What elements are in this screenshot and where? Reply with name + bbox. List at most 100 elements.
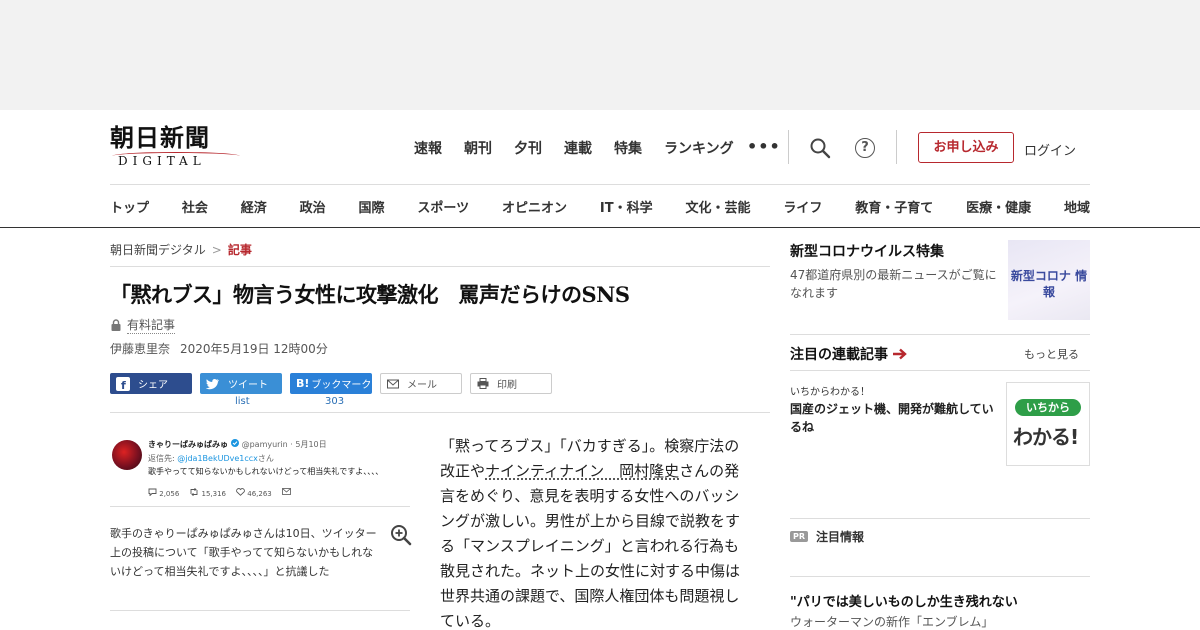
wakaru-image[interactable]: いちから わかる!	[1006, 382, 1090, 466]
cat-politics[interactable]: 政治	[300, 197, 326, 216]
facebook-share-label: シェア	[138, 380, 168, 391]
topnav-serial[interactable]: 連載	[564, 138, 592, 158]
pr-section-label: 注目情報	[816, 530, 865, 544]
cat-culture[interactable]: 文化・芸能	[685, 197, 750, 216]
hatena-bookmark-button[interactable]: B! ブックマーク	[290, 373, 372, 394]
cat-international[interactable]: 国際	[359, 197, 385, 216]
corona-feature-desc: 47都道府県別の最新ニュースがご覧になれます	[790, 268, 997, 300]
sidebar-divider	[790, 334, 1090, 335]
twitter-share-button[interactable]: ツイート	[200, 373, 282, 394]
search-icon[interactable]	[808, 136, 832, 160]
mail-share-button[interactable]: メール	[380, 373, 462, 394]
pr-headline[interactable]: "パリでは美しいものしか生き残れない	[790, 591, 1018, 610]
envelope-icon	[281, 488, 291, 495]
corona-feature-title[interactable]: 新型コロナウイルス特集	[790, 241, 944, 261]
svg-text:f: f	[121, 379, 126, 391]
share-buttons: f シェア ツイート B! ブックマーク メール 印刷	[110, 373, 552, 394]
article-body: 「黙ってろブス」「バカすぎる」。検察庁法の改正やナインティナイン 岡村隆史さんの…	[440, 434, 746, 630]
serial-kicker: いちからわかる！	[790, 387, 870, 398]
byline: 伊藤恵里奈 2020年5月19日 12時00分	[110, 340, 328, 357]
tweet-reply-to: @jda1BekUDve1ccx	[177, 454, 258, 463]
lock-icon	[111, 319, 121, 331]
help-icon[interactable]: ?	[855, 138, 875, 158]
tweet-replies: 2,056	[148, 488, 179, 498]
more-menu-icon[interactable]: •••	[747, 137, 781, 156]
site-logo[interactable]: 朝日新聞 DIGITAL	[110, 124, 242, 170]
tweet-divider	[110, 506, 410, 507]
breadcrumb-separator: >	[211, 243, 222, 257]
zoom-in-icon[interactable]	[390, 524, 412, 546]
hatena-icon: B!	[296, 377, 310, 390]
pr-subtitle: ウォーターマンの新作「エンブレム」	[790, 615, 994, 629]
print-label: 印刷	[497, 380, 517, 391]
pr-badge: PR	[790, 531, 809, 542]
retweet-icon	[190, 487, 198, 497]
sidebar-divider-4	[790, 576, 1090, 577]
person-link[interactable]: ナインティナイン 岡村隆史	[485, 462, 679, 480]
subscribe-button[interactable]: お申し込み	[918, 132, 1014, 163]
sidebar-divider-2	[790, 370, 1090, 371]
paid-article-badge: 有料記事	[110, 316, 176, 334]
facebook-share-button[interactable]: f シェア	[110, 373, 192, 394]
cat-society[interactable]: 社会	[182, 197, 208, 216]
topnav-evening[interactable]: 夕刊	[514, 138, 542, 158]
breadcrumb-divider	[110, 266, 770, 267]
logo-arc	[112, 152, 240, 160]
cat-top[interactable]: トップ	[110, 197, 149, 216]
publish-date: 2020年5月19日 12時00分	[180, 342, 328, 356]
cat-opinion[interactable]: オピニオン	[502, 197, 567, 216]
tweet-author-name: きゃりーぱみゅぱみゅ	[148, 440, 228, 449]
topnav-feature[interactable]: 特集	[614, 138, 642, 158]
tweet-like-count: 46,263	[247, 490, 272, 498]
nav-separator	[110, 184, 1090, 185]
corona-feature-image[interactable]: 新型コロナ 情報	[1008, 240, 1090, 320]
topnav-ranking[interactable]: ランキング	[664, 138, 734, 158]
category-nav: トップ 社会 経済 政治 国際 スポーツ オピニオン IT・科学 文化・芸能 ラ…	[110, 197, 1090, 216]
tweet-text: 歌手やってて知らないかもしれないけどって相当失礼ですよ、、、、	[148, 467, 384, 476]
top-nav: 速報 朝刊 夕刊 連載 特集 ランキング	[414, 138, 756, 158]
print-button[interactable]: 印刷	[470, 373, 552, 394]
topnav-breaking[interactable]: 速報	[414, 138, 442, 158]
verified-badge-icon	[230, 439, 239, 447]
login-link[interactable]: ログイン	[1024, 140, 1076, 159]
ad-banner-area	[0, 0, 1200, 110]
breadcrumb-current: 記事	[227, 243, 252, 257]
twitter-count[interactable]: list	[235, 396, 250, 407]
breadcrumb: 朝日新聞デジタル > 記事	[110, 241, 252, 258]
twitter-share-label: ツイート	[228, 380, 268, 391]
arrow-right-icon	[893, 348, 907, 360]
tweet-image[interactable]: きゃりーぱみゅぱみゅ @pamyurin · 5月10日 返信先: @jda1B…	[110, 436, 410, 506]
tweet-retweets: 15,316	[189, 487, 227, 498]
cat-health[interactable]: 医療・健康	[966, 197, 1031, 216]
cat-education[interactable]: 教育・子育て	[855, 197, 933, 216]
cat-economy[interactable]: 経済	[241, 197, 267, 216]
breadcrumb-home[interactable]: 朝日新聞デジタル	[110, 243, 206, 257]
hatena-count[interactable]: 303	[325, 396, 344, 407]
pr-section-title: PR 注目情報	[790, 528, 864, 545]
heart-icon	[236, 488, 245, 496]
cat-region[interactable]: 地域	[1064, 197, 1090, 216]
hatena-bookmark-label: ブックマーク	[311, 380, 372, 391]
tweet-retweet-count: 15,316	[201, 490, 227, 498]
more-link[interactable]: もっと見る	[1024, 346, 1079, 362]
cat-life[interactable]: ライフ	[783, 197, 822, 216]
cat-sports[interactable]: スポーツ	[417, 197, 469, 216]
tweet-reply-line: 返信先: @jda1BekUDve1ccxさん	[148, 453, 274, 464]
print-icon	[477, 378, 489, 389]
tweet-reply-suffix: さん	[257, 454, 274, 463]
tweet-stats: 2,056 15,316 46,263	[148, 487, 291, 498]
paid-label[interactable]: 有料記事	[127, 316, 176, 334]
body-text-part-2: さんの発言をめぐり、意見を表明する女性へのバッシングが激しい。男性が上から目線で…	[440, 462, 741, 630]
share-divider	[110, 412, 770, 413]
tweet-avatar	[112, 440, 142, 470]
author-name: 伊藤恵里奈	[110, 342, 171, 356]
topnav-morning[interactable]: 朝刊	[464, 138, 492, 158]
serial-section-label: 注目の連載記事	[790, 347, 888, 363]
twitter-icon	[206, 378, 219, 389]
image-caption: 歌手のきゃりーぱみゅぱみゅさんは10日、ツイッター上の投稿について「歌手やってて…	[110, 527, 377, 578]
caption-divider	[110, 610, 410, 611]
serial-item-title[interactable]: 国産のジェット機、開発が難航しているね	[790, 400, 1002, 436]
wakaru-big-text: わかる!	[1013, 425, 1079, 449]
cat-it-science[interactable]: IT・科学	[600, 197, 653, 216]
tweet-reply-count: 2,056	[159, 490, 180, 498]
